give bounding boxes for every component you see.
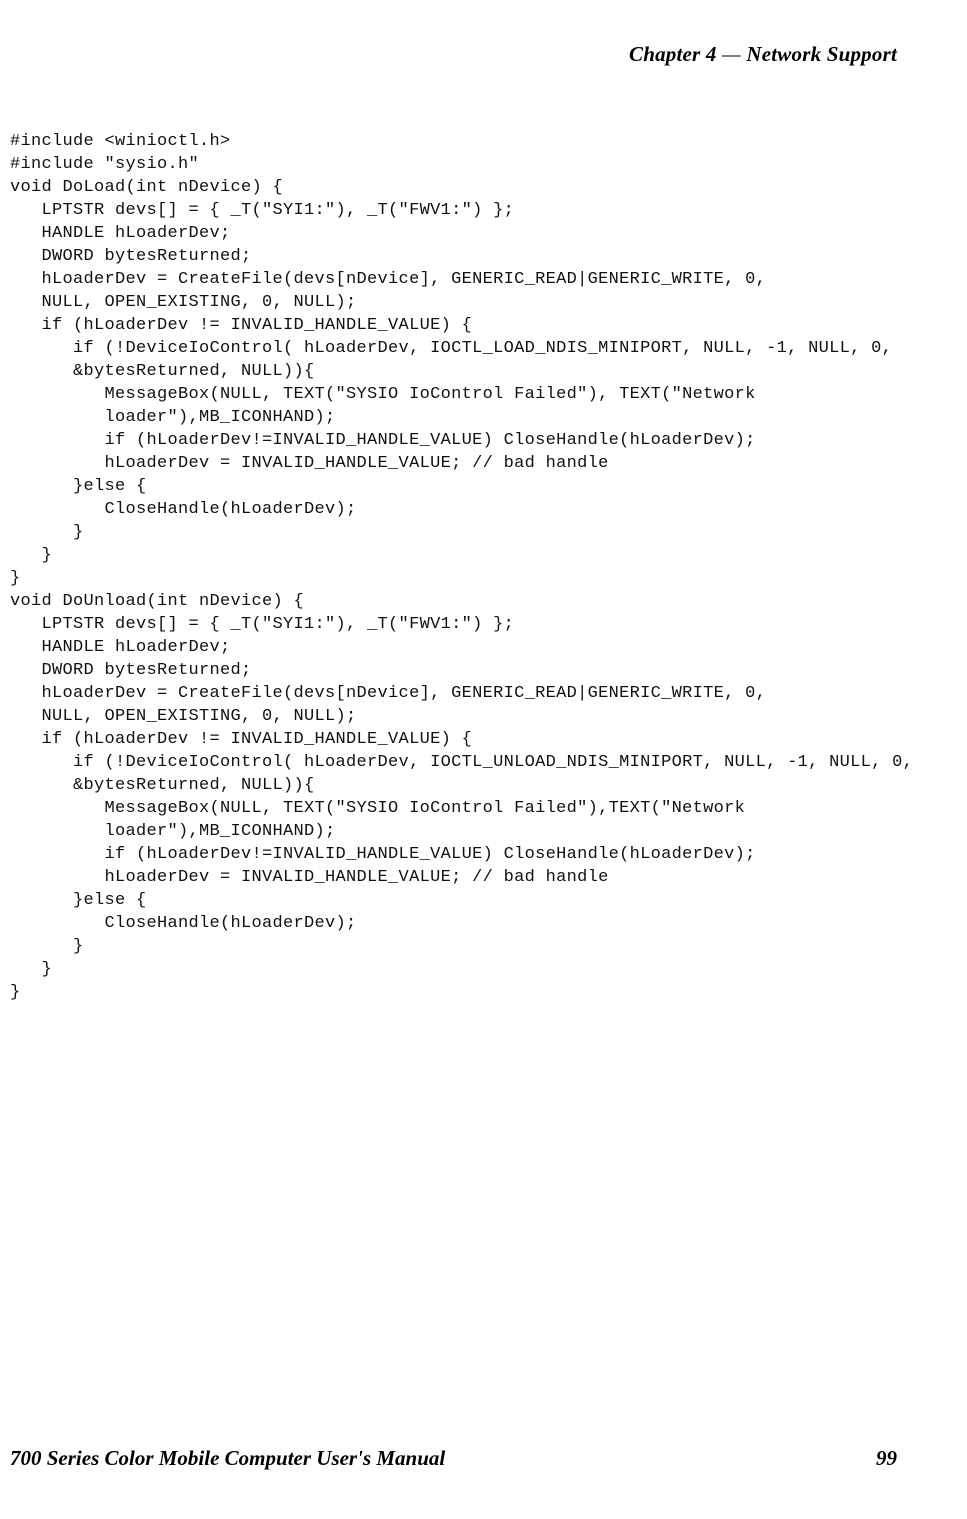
footer-title: 700 Series Color Mobile Computer User's … [10,1446,445,1471]
code-line: hLoaderDev = CreateFile(devs[nDevice], G… [10,268,927,291]
chapter-number: 4 [706,42,717,66]
code-line: hLoaderDev = INVALID_HANDLE_VALUE; // ba… [10,866,927,889]
code-line: if (hLoaderDev!=INVALID_HANDLE_VALUE) Cl… [10,843,927,866]
page-number: 99 [876,1446,897,1471]
code-line: hLoaderDev = CreateFile(devs[nDevice], G… [10,682,927,705]
code-line: hLoaderDev = INVALID_HANDLE_VALUE; // ba… [10,452,927,475]
code-line: MessageBox(NULL, TEXT("SYSIO IoControl F… [10,797,927,820]
page: Chapter 4 — Network Support #include <wi… [0,0,967,1519]
code-line: DWORD bytesReturned; [10,659,927,682]
code-line: #include "sysio.h" [10,153,927,176]
code-line: NULL, OPEN_EXISTING, 0, NULL); [10,705,927,728]
code-listing: #include <winioctl.h>#include "sysio.h"v… [10,130,927,1004]
code-line: } [10,567,927,590]
code-line: }else { [10,889,927,912]
code-line: if (!DeviceIoControl( hLoaderDev, IOCTL_… [10,337,927,360]
code-line: MessageBox(NULL, TEXT("SYSIO IoControl F… [10,383,927,406]
code-line: &bytesReturned, NULL)){ [10,774,927,797]
code-line: if (hLoaderDev!=INVALID_HANDLE_VALUE) Cl… [10,429,927,452]
code-line: }else { [10,475,927,498]
code-line: void DoLoad(int nDevice) { [10,176,927,199]
code-line: } [10,958,927,981]
code-line: loader"),MB_ICONHAND); [10,820,927,843]
code-line: HANDLE hLoaderDev; [10,222,927,245]
code-line: CloseHandle(hLoaderDev); [10,498,927,521]
code-line: LPTSTR devs[] = { _T("SYI1:"), _T("FWV1:… [10,613,927,636]
code-line: &bytesReturned, NULL)){ [10,360,927,383]
code-line: DWORD bytesReturned; [10,245,927,268]
code-line: CloseHandle(hLoaderDev); [10,912,927,935]
code-line: } [10,981,927,1004]
code-line: if (!DeviceIoControl( hLoaderDev, IOCTL_… [10,751,927,774]
code-line: } [10,544,927,567]
chapter-label: Chapter [629,42,700,66]
code-line: loader"),MB_ICONHAND); [10,406,927,429]
code-line: if (hLoaderDev != INVALID_HANDLE_VALUE) … [10,314,927,337]
code-line: HANDLE hLoaderDev; [10,636,927,659]
page-footer: 700 Series Color Mobile Computer User's … [10,1446,897,1471]
code-line: LPTSTR devs[] = { _T("SYI1:"), _T("FWV1:… [10,199,927,222]
running-header: Chapter 4 — Network Support [629,42,897,67]
section-title: Network Support [746,42,897,66]
header-dash: — [722,42,741,66]
code-line: #include <winioctl.h> [10,130,927,153]
code-line: } [10,935,927,958]
code-line: NULL, OPEN_EXISTING, 0, NULL); [10,291,927,314]
code-line: void DoUnload(int nDevice) { [10,590,927,613]
code-line: if (hLoaderDev != INVALID_HANDLE_VALUE) … [10,728,927,751]
code-line: } [10,521,927,544]
